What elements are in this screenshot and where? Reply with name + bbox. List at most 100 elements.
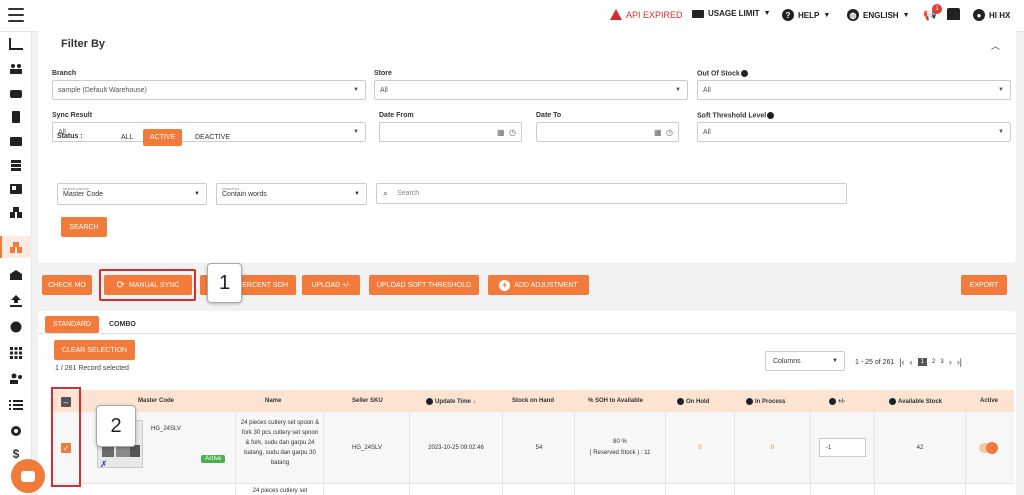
header-soh-to-available: % SOH to Available (588, 398, 643, 404)
chat-button[interactable] (11, 459, 45, 493)
upload-soft-threshold-button[interactable]: UPLOAD SOFT THRESHOLD (369, 275, 479, 295)
header-active: Active (980, 398, 999, 404)
export-button[interactable]: EXPORT (961, 275, 1007, 295)
header-on-hold-label: On Hold (686, 399, 710, 406)
out-of-stock-select[interactable]: All ▼ (697, 80, 1011, 100)
search-placeholder: Search (397, 190, 420, 197)
page-1[interactable]: 1 (917, 358, 927, 366)
list-icon[interactable] (9, 398, 23, 410)
server-icon (692, 9, 704, 18)
soft-threshold-select[interactable]: All ▼ (697, 122, 1011, 142)
product-name-cell: 24 pieces cutlery set spoon & fork 30 pc… (240, 420, 320, 466)
team-icon[interactable] (9, 372, 23, 384)
soft-threshold-select-value: All (703, 129, 711, 136)
inbox-icon[interactable] (9, 86, 23, 98)
usage-limit-menu[interactable]: USAGE LIMIT ▼ (692, 9, 771, 18)
out-of-stock-label-text: Out Of Stock (697, 70, 740, 78)
search-column-select[interactable]: search column Master Code ▼ (57, 183, 207, 205)
info-icon (740, 70, 748, 77)
search-by-select[interactable]: search by Contain words ▼ (216, 183, 367, 205)
info-icon (889, 398, 896, 405)
out-of-stock-label: Out Of Stock (697, 70, 748, 77)
tab-combo[interactable]: COMBO (101, 316, 144, 333)
check-mo-button[interactable]: CHECK MO (42, 275, 92, 295)
active-toggle[interactable] (979, 442, 998, 454)
columns-select-label: Columns (773, 358, 801, 365)
on-hold-cell[interactable]: 0 (668, 445, 732, 451)
search-button[interactable]: SEARCH (61, 217, 107, 237)
caret-down-icon: ▼ (823, 11, 831, 19)
upload-icon[interactable] (9, 294, 23, 307)
manual-sync-button[interactable]: ⟳ MANUAL SYNC (104, 275, 192, 295)
usage-limit-label: USAGE LIMIT (708, 9, 760, 18)
header-name: Name (265, 398, 282, 404)
header-update-time-label: Update Time (435, 399, 471, 406)
status-tab-all[interactable]: ALL (114, 129, 140, 146)
column-divider (965, 412, 966, 495)
columns-select[interactable]: Columns ▼ (765, 351, 845, 371)
id-card-icon[interactable] (9, 182, 23, 194)
info-icon (746, 398, 753, 405)
layers-icon[interactable] (9, 158, 23, 171)
status-tab-deactive[interactable]: DEACTIVE (188, 129, 237, 146)
help-menu[interactable]: ? HELP ▼ (782, 9, 830, 21)
menu-icon[interactable] (8, 8, 24, 22)
users-group-icon[interactable] (9, 62, 23, 74)
stock-on-hand-cell: 54 (535, 445, 543, 451)
branch-select[interactable]: sample (Default Warehouse) ▼ (52, 80, 366, 100)
next-page-icon[interactable]: › (949, 357, 952, 367)
clock-icon[interactable]: ◷ (666, 128, 673, 137)
add-adjustment-button[interactable]: + ADD ADJUSTMENT (488, 275, 589, 295)
status-tab-active[interactable]: ACTIVE (143, 129, 183, 146)
page-2[interactable]: 2 (932, 359, 935, 365)
chevron-up-icon[interactable]: ︿ (991, 39, 1000, 52)
clipboard-icon[interactable] (9, 110, 23, 123)
store-select[interactable]: All ▼ (374, 80, 688, 100)
last-page-icon[interactable]: ›| (957, 357, 962, 367)
prev-page-icon[interactable]: ‹ (910, 357, 913, 367)
boxes-icon[interactable] (9, 206, 23, 218)
header-available-stock: Available Stock (889, 398, 942, 405)
in-process-cell[interactable]: 0 (737, 445, 808, 451)
caret-down-icon: ▼ (998, 87, 1004, 93)
info-icon (677, 398, 684, 405)
language-menu[interactable]: ◍ ENGLISH ▼ (847, 9, 910, 21)
plus-minus-input[interactable]: -1 (819, 438, 866, 457)
tab-standard[interactable]: STANDARD (45, 316, 99, 333)
info-icon (829, 398, 836, 405)
pie-chart-icon[interactable] (9, 320, 23, 333)
column-divider (235, 412, 236, 495)
column-divider (409, 412, 410, 495)
column-divider (665, 412, 666, 495)
warehouse-nav-icon[interactable] (9, 268, 23, 280)
plus-icon: + (499, 279, 511, 291)
apps-grid-icon[interactable] (9, 346, 23, 359)
soft-threshold-label-text: Soft Threshold Level (697, 112, 767, 120)
toggle-knob (986, 442, 998, 454)
wallet-icon[interactable] (9, 134, 23, 146)
warehouse-button[interactable] (947, 8, 960, 20)
upload-plus-minus-button[interactable]: UPLOAD +/- (302, 275, 360, 295)
chart-icon[interactable] (9, 38, 23, 50)
calendar-icon[interactable]: ▦ (654, 128, 662, 137)
first-page-icon[interactable]: |‹ (899, 357, 904, 367)
dollar-icon[interactable]: $ (9, 448, 23, 460)
user-menu[interactable]: ● HI HX (973, 9, 1010, 21)
date-from-input[interactable]: ▦ ◷ (379, 122, 522, 142)
pagination: 1 - 25 of 261 |‹ ‹ 1 2 3 › ›| (855, 357, 962, 367)
manual-sync-label: MANUAL SYNC (129, 281, 180, 289)
notification-badge: 1 (932, 4, 942, 14)
soh-percent-cell: 80 % (613, 439, 627, 445)
header-update-time[interactable]: Update Time ↓ (426, 398, 476, 405)
inventory-icon[interactable] (9, 241, 23, 253)
search-input[interactable]: ⌕ Search (376, 183, 847, 204)
api-status[interactable]: API EXPIRED (610, 9, 683, 20)
clear-selection-button[interactable]: CLEAR SELECTION (54, 340, 135, 360)
page-3[interactable]: 3 (940, 359, 943, 365)
date-to-input[interactable]: ▦ ◷ (536, 122, 679, 142)
clock-icon[interactable]: ◷ (509, 128, 516, 137)
calendar-icon[interactable]: ▦ (497, 128, 505, 137)
chat-icon (21, 470, 35, 482)
gear-icon[interactable] (9, 424, 23, 436)
callout-1: 1 (207, 263, 242, 303)
